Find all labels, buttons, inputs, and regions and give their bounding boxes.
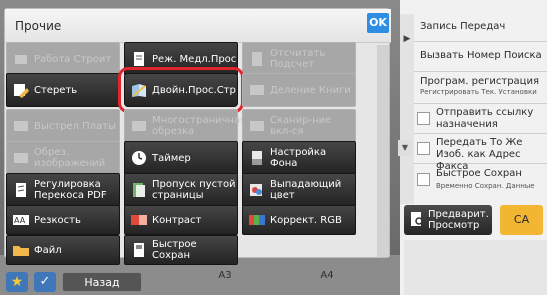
chevron-down-icon: ▼	[401, 143, 409, 152]
send-dest-link-label: Отправить ссылку назначения	[436, 107, 534, 130]
work-build-button[interactable]: Работа Строит	[6, 42, 120, 76]
card-shot-label: Выстрел Платы	[34, 120, 116, 132]
call-search-number-label: Вызвать Номер Поиска	[420, 50, 542, 61]
blank-skip-label: Пропуск пустой страницы	[152, 179, 236, 201]
scan-icon	[249, 118, 265, 134]
record-transmission-label: Запись Передач	[420, 21, 506, 32]
eraser-icon	[13, 82, 29, 98]
favorite-star-button[interactable]: ★	[6, 272, 28, 292]
document-icon	[131, 51, 147, 67]
sharpness-label: Резкость	[34, 214, 81, 226]
folder-icon	[13, 242, 29, 258]
rgb-adjust-label: Коррект. RGB	[270, 214, 342, 226]
panel-collapse-arrow[interactable]: ▶	[400, 14, 414, 204]
program-registration-item[interactable]: Програм. регистрация Регистрировать Тек.…	[414, 72, 547, 104]
rgb-adjust-button[interactable]: Коррект. RGB	[242, 205, 356, 235]
file-label: Файл	[34, 244, 62, 256]
contrast-label: Контраст	[152, 214, 202, 226]
sharpness-icon: AA	[13, 212, 29, 228]
special-modes-label: Реж. Медл.Прос	[152, 53, 237, 65]
bg-adjust-label: Настройка Фона	[270, 147, 327, 169]
build-icon	[13, 51, 29, 67]
call-search-number-item[interactable]: Вызвать Номер Поиска	[414, 42, 547, 72]
card-icon	[13, 118, 29, 134]
dialog-header: Прочие OK	[5, 9, 391, 43]
send-dest-link-checkbox[interactable]	[417, 112, 430, 125]
quick-save-button[interactable]: Быстрое Сохран	[124, 235, 238, 265]
checkmark-button[interactable]: ✓	[34, 272, 56, 292]
quick-save-side-item[interactable]: Быстрое Сохран Временно Сохран. Данные	[414, 164, 547, 196]
background-icon	[249, 150, 265, 166]
quick-save-label: Быстрое Сохран	[152, 239, 197, 261]
image-edit-label: Обрез. изображений	[34, 147, 106, 169]
file-button[interactable]: Файл	[6, 235, 120, 265]
image-edit-button[interactable]: Обрез. изображений	[6, 141, 120, 175]
quick-save-side-sub: Временно Сохран. Данные	[436, 182, 535, 190]
skew-adjust-button[interactable]: Регулировка Перекоса PDF	[6, 173, 120, 207]
blank-page-icon	[131, 182, 147, 198]
skew-icon	[13, 182, 29, 198]
multi-crop-button[interactable]: Многостраничная обрезка	[124, 109, 246, 143]
timer-button[interactable]: Таймер	[124, 141, 238, 175]
preview-icon	[410, 211, 424, 230]
program-registration-label: Програм. регистрация	[420, 76, 539, 87]
clock-icon	[131, 150, 147, 166]
work-build-label: Работа Строит	[34, 53, 112, 65]
record-transmission-item[interactable]: Запись Передач	[414, 14, 547, 42]
color-dropout-label: Выпадающий цвет	[270, 179, 342, 201]
bg-adjust-button[interactable]: Настройка Фона	[242, 141, 356, 175]
checkmark-icon: ✓	[39, 274, 51, 289]
sharpness-button[interactable]: AA Резкость	[6, 205, 120, 235]
double-chevron-right-icon: ▶	[403, 34, 411, 44]
contrast-icon	[131, 212, 147, 228]
ok-button[interactable]: OK	[367, 13, 389, 33]
timer-label: Таймер	[152, 152, 191, 164]
preview-label: Предварит. Просмотр	[428, 209, 489, 231]
dual-page-icon	[131, 82, 147, 98]
card-shot-button[interactable]: Выстрел Платы	[6, 109, 120, 143]
dual-page-scan-button[interactable]: Двойн.Прос.Стр	[118, 67, 244, 113]
tab-a3[interactable]: A3	[205, 270, 245, 281]
star-icon: ★	[10, 274, 24, 290]
ca-button[interactable]: CA	[500, 205, 543, 235]
rgb-icon	[249, 212, 265, 228]
dialog-title: Прочие	[15, 19, 62, 33]
contrast-button[interactable]: Контраст	[124, 205, 238, 235]
dialog-scrollbar[interactable]	[377, 45, 389, 257]
tab-a4[interactable]: A4	[307, 270, 347, 281]
start-area	[404, 240, 547, 295]
count-icon	[249, 51, 265, 67]
svg-text:AA: AA	[14, 216, 26, 225]
scan-to-edge-label: Сканир-ние вкл-ся	[270, 115, 332, 137]
send-same-image-fax-checkbox[interactable]	[417, 142, 430, 155]
original-count-label: Отсчитать Подсчет	[270, 48, 326, 70]
quick-save-checkbox[interactable]	[417, 173, 430, 186]
send-same-image-fax-item[interactable]: Передать То Же Изоб. как Адрес Факса	[414, 134, 547, 172]
erase-label: Стереть	[34, 84, 78, 96]
image-icon	[13, 150, 29, 166]
blank-skip-button[interactable]: Пропуск пустой страницы	[124, 173, 238, 207]
panel-scroll-down-button[interactable]: ▼	[398, 140, 412, 156]
scan-to-edge-button[interactable]: Сканир-ние вкл-ся	[242, 109, 356, 143]
save-icon	[131, 242, 147, 258]
color-drop-icon	[249, 182, 265, 198]
book-icon	[249, 82, 265, 98]
erase-button[interactable]: Стереть	[6, 73, 120, 107]
preview-button[interactable]: Предварит. Просмотр	[404, 205, 492, 235]
special-modes-button[interactable]: Реж. Медл.Прос	[124, 42, 238, 76]
skew-adjust-label: Регулировка Перекоса PDF	[34, 179, 107, 201]
book-divide-button[interactable]: Деление Книги	[242, 73, 356, 107]
crop-icon	[131, 118, 147, 134]
send-dest-link-item[interactable]: Отправить ссылку назначения	[414, 104, 547, 134]
color-dropout-button[interactable]: Выпадающий цвет	[242, 173, 356, 207]
program-registration-sub: Регистрировать Тек. Установки	[420, 88, 537, 96]
multi-crop-label: Многостраничная обрезка	[152, 115, 247, 137]
book-divide-label: Деление Книги	[270, 84, 351, 96]
quick-save-side-label: Быстрое Сохран	[436, 168, 522, 179]
original-count-button[interactable]: Отсчитать Подсчет	[242, 42, 356, 76]
dual-page-scan-label: Двойн.Прос.Стр	[152, 84, 236, 96]
back-button[interactable]: Назад	[62, 272, 142, 292]
